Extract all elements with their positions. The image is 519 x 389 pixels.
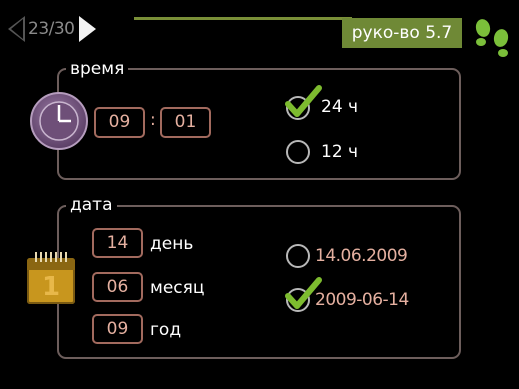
time-section-title: время: [66, 59, 129, 79]
year-label: год: [150, 320, 182, 340]
date-format-dmy-label: 14.06.2009: [315, 246, 408, 266]
hour-field[interactable]: 09: [94, 107, 145, 138]
time-format-24h-label: 24 ч: [321, 97, 359, 117]
minute-field[interactable]: 01: [160, 107, 211, 138]
menu-id-badge: руко-во 5.7: [342, 18, 462, 48]
month-label: месяц: [150, 278, 205, 298]
time-format-12h-label: 12 ч: [321, 142, 359, 162]
day-label: день: [150, 234, 194, 254]
date-section-title: дата: [66, 195, 117, 215]
time-separator: :: [150, 110, 156, 130]
year-field[interactable]: 09: [92, 314, 143, 344]
calendar-icon: 1: [27, 252, 75, 304]
radio-date-dmy[interactable]: [286, 244, 310, 268]
page-navigation: 23/30: [8, 12, 96, 46]
previous-page-arrow-icon[interactable]: [8, 16, 25, 42]
page-counter: 23/30: [28, 19, 75, 39]
radio-12h[interactable]: [286, 140, 310, 164]
day-field[interactable]: 14: [92, 228, 143, 258]
clock-icon: [30, 92, 88, 150]
footprints-icon: [475, 19, 509, 57]
month-field[interactable]: 06: [92, 272, 143, 302]
header-divider: [134, 17, 352, 20]
date-format-iso-label: 2009-06-14: [315, 290, 409, 310]
calendar-day-number: 1: [41, 272, 61, 302]
next-page-arrow-icon[interactable]: [78, 16, 96, 42]
checkmark-icon: [285, 85, 322, 117]
